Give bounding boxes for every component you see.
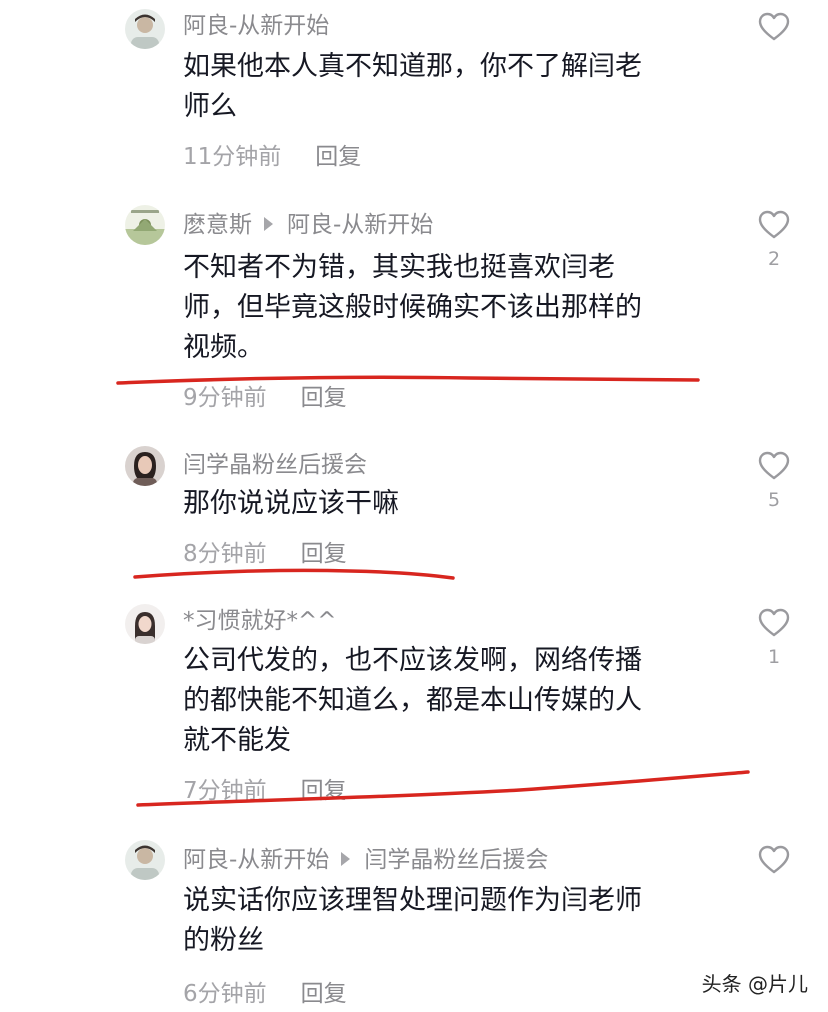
comment-text: 如果他本人真不知道那，你不了解闫老 师么 [183, 47, 723, 127]
like-button[interactable] [756, 12, 792, 42]
comment-meta: 7分钟前 回复 [183, 776, 347, 806]
like-button[interactable]: 1 [756, 608, 792, 668]
avatar[interactable] [125, 205, 165, 245]
comment-time: 7分钟前 [183, 778, 267, 804]
comment-time: 6分钟前 [183, 981, 267, 1007]
reply-button[interactable]: 回复 [301, 385, 347, 411]
comment-text-line: 的都快能不知道么，都是本山传媒的人 [183, 685, 642, 716]
comment-time: 8分钟前 [183, 541, 267, 567]
heart-outline-icon [758, 451, 790, 480]
comment-meta: 8分钟前 回复 [183, 539, 347, 569]
comment-text-line: 视频。 [183, 332, 264, 363]
like-count: 5 [767, 489, 781, 511]
comment-meta: 9分钟前 回复 [183, 383, 347, 413]
comment-text-line: 不知者不为错，其实我也挺喜欢闫老 [183, 252, 615, 283]
comment-author-line: 闫学晶粉丝后援会 [183, 450, 367, 480]
comment-text-line: 如果他本人真不知道那，你不了解闫老 [183, 51, 642, 82]
reply-button[interactable]: 回复 [301, 778, 347, 804]
heart-outline-icon [758, 12, 790, 41]
comment-meta: 6分钟前 回复 [183, 979, 347, 1009]
comment-author-line: 阿良-从新开始 闫学晶粉丝后援会 [183, 845, 548, 875]
comment-meta: 11分钟前 回复 [183, 142, 361, 172]
like-count: 1 [767, 646, 781, 668]
comment-author[interactable]: 阿良-从新开始 [183, 847, 329, 873]
like-button[interactable]: 5 [756, 451, 792, 511]
comment-text: 说实话你应该理智处理问题作为闫老师 的粉丝 [183, 881, 723, 961]
comment-author[interactable]: *习惯就好*^^ [183, 608, 337, 634]
comment-text-line: 的粉丝 [183, 925, 264, 956]
comment-text-line: 师么 [183, 91, 237, 122]
red-underline-2 [133, 568, 455, 580]
comment-text-line: 师，但毕竟这般时候确实不该出那样的 [183, 292, 642, 323]
avatar[interactable] [125, 9, 165, 49]
avatar[interactable] [125, 446, 165, 486]
comment-time: 11分钟前 [183, 144, 282, 170]
heart-outline-icon [758, 210, 790, 239]
comment-author[interactable]: 麽意斯 [183, 212, 252, 238]
reply-button[interactable]: 回复 [315, 144, 361, 170]
heart-outline-icon [758, 608, 790, 637]
comment-author-line: 麽意斯 阿良-从新开始 [183, 210, 433, 240]
reply-button[interactable]: 回复 [301, 541, 347, 567]
comment-text-line: 那你说说应该干嘛 [183, 488, 399, 519]
like-button[interactable] [756, 845, 792, 875]
heart-outline-icon [758, 845, 790, 874]
reply-target[interactable]: 闫学晶粉丝后援会 [364, 847, 548, 873]
triangle-right-icon [341, 852, 351, 866]
comment-text-line: 就不能发 [183, 725, 291, 756]
comment-author-line: *习惯就好*^^ [183, 606, 337, 636]
like-count: 2 [767, 248, 781, 270]
watermark: 头条 @片儿 [701, 972, 808, 996]
comment-author[interactable]: 阿良-从新开始 [183, 13, 329, 39]
reply-target[interactable]: 阿良-从新开始 [287, 212, 433, 238]
comment-text: 不知者不为错，其实我也挺喜欢闫老 师，但毕竟这般时候确实不该出那样的 视频。 [183, 248, 723, 368]
comment-author-line: 阿良-从新开始 [183, 11, 329, 41]
comment-time: 9分钟前 [183, 385, 267, 411]
comment-text: 公司代发的，也不应该发啊，网络传播 的都快能不知道么，都是本山传媒的人 就不能发 [183, 641, 723, 761]
reply-button[interactable]: 回复 [301, 981, 347, 1007]
avatar[interactable] [125, 840, 165, 880]
comment-text: 那你说说应该干嘛 [183, 484, 723, 524]
comment-author[interactable]: 闫学晶粉丝后援会 [183, 452, 367, 478]
comment-text-line: 说实话你应该理智处理问题作为闫老师 [183, 885, 642, 916]
comment-text-line: 公司代发的，也不应该发啊，网络传播 [183, 645, 642, 676]
triangle-right-icon [264, 217, 273, 231]
avatar[interactable] [125, 604, 165, 644]
like-button[interactable]: 2 [756, 210, 792, 270]
